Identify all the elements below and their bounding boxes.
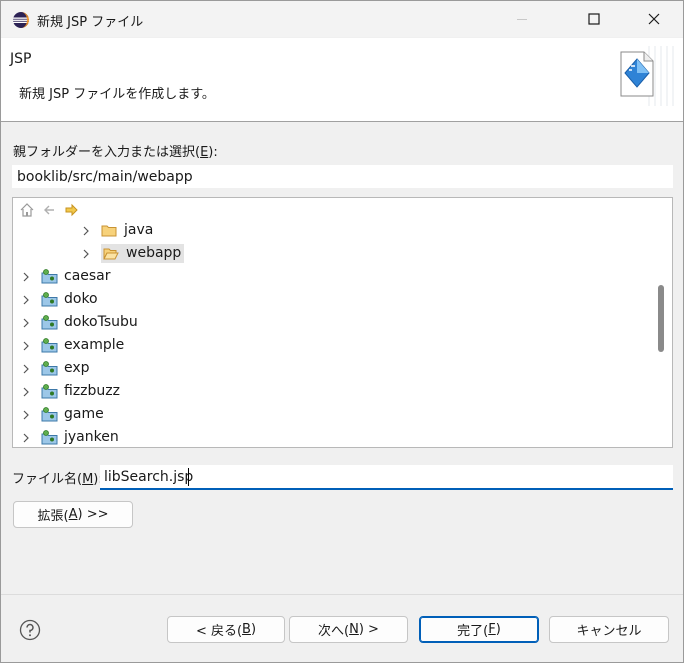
tree-toolbar: [19, 201, 79, 219]
tree-item-label: webapp: [126, 245, 182, 261]
advanced-button[interactable]: 拡張(A) >>: [13, 501, 133, 528]
title-bar: 新規 JSP ファイル: [1, 1, 683, 37]
tree-item-jyanken[interactable]: jyanken: [20, 427, 122, 447]
close-button[interactable]: [631, 1, 677, 37]
project-icon: [41, 315, 58, 330]
tree-item-dokotsubu[interactable]: dokoTsubu: [20, 312, 141, 333]
project-icon: [41, 269, 58, 284]
tree-item-label: java: [124, 222, 154, 238]
tree-item-fizzbuzz[interactable]: fizzbuzz: [20, 381, 123, 402]
minimize-button[interactable]: [499, 1, 545, 37]
file-name-label: ファイル名(M):: [12, 472, 103, 487]
tree-item-label: caesar: [64, 268, 111, 284]
chevron-right-icon[interactable]: [20, 386, 32, 398]
folder-icon: [101, 223, 118, 238]
help-icon[interactable]: [19, 619, 41, 641]
wizard-banner: JSP 新規 JSP ファイルを作成します。: [1, 38, 683, 122]
chevron-right-icon[interactable]: [20, 432, 32, 444]
eclipse-icon: [12, 11, 30, 29]
tree-item-caesar[interactable]: caesar: [20, 266, 114, 287]
project-icon: [41, 384, 58, 399]
tree-item-label: example: [64, 337, 125, 353]
chevron-right-icon[interactable]: [20, 271, 32, 283]
tree-item-game[interactable]: game: [20, 404, 107, 425]
tree-item-doko[interactable]: doko: [20, 289, 101, 310]
chevron-right-icon[interactable]: [80, 248, 92, 260]
tree-item-label: fizzbuzz: [64, 383, 120, 399]
next-button[interactable]: 次へ(N) >: [289, 616, 408, 643]
project-icon: [41, 338, 58, 353]
dialog-window: 新規 JSP ファイル JSP 新規 JSP ファイルを作成します。 親フォルダ…: [0, 0, 684, 663]
project-icon: [41, 407, 58, 422]
back-arrow-icon[interactable]: [41, 202, 57, 218]
project-icon: [41, 430, 58, 445]
chevron-right-icon[interactable]: [20, 409, 32, 421]
parent-folder-input[interactable]: [12, 165, 673, 188]
back-button[interactable]: < 戻る(B): [167, 616, 285, 643]
wizard-title: JSP: [10, 51, 32, 67]
scrollbar-thumb[interactable]: [658, 285, 664, 352]
folder-open-icon: [103, 246, 120, 261]
project-icon: [41, 292, 58, 307]
selection-highlight: webapp: [101, 244, 185, 263]
jsp-file-wizard-icon: [609, 46, 679, 106]
folder-tree[interactable]: java webapp caesar doko dokoTsubu exampl…: [12, 197, 673, 448]
window-title: 新規 JSP ファイル: [37, 15, 144, 30]
chevron-right-icon[interactable]: [20, 340, 32, 352]
tree-item-label: doko: [64, 291, 98, 307]
tree-item-java[interactable]: java: [80, 220, 156, 241]
minimize-icon: [517, 19, 527, 20]
tree-item-label: exp: [64, 360, 90, 376]
chevron-right-icon[interactable]: [20, 294, 32, 306]
tree-item-exp[interactable]: exp: [20, 358, 93, 379]
tree-item-label: game: [64, 406, 104, 422]
project-icon: [41, 361, 58, 376]
chevron-right-icon[interactable]: [20, 363, 32, 375]
wizard-description: 新規 JSP ファイルを作成します。: [19, 87, 215, 102]
tree-item-label: dokoTsubu: [64, 314, 138, 330]
tree-item-example[interactable]: example: [20, 335, 127, 356]
close-icon: [648, 13, 660, 25]
tree-item-label: jyanken: [64, 429, 119, 445]
finish-button[interactable]: 完了(F): [419, 616, 539, 643]
cancel-button[interactable]: キャンセル: [549, 616, 669, 643]
forward-arrow-icon[interactable]: [63, 202, 79, 218]
parent-folder-label: 親フォルダーを入力または選択(E):: [13, 145, 218, 160]
tree-item-webapp[interactable]: webapp: [80, 243, 185, 264]
home-icon[interactable]: [19, 202, 35, 218]
chevron-right-icon[interactable]: [80, 225, 92, 237]
footer-divider: [1, 594, 683, 595]
file-name-input[interactable]: [100, 465, 673, 490]
maximize-button[interactable]: [571, 1, 617, 37]
maximize-icon: [588, 13, 600, 25]
chevron-right-icon[interactable]: [20, 317, 32, 329]
text-caret: [188, 468, 189, 486]
